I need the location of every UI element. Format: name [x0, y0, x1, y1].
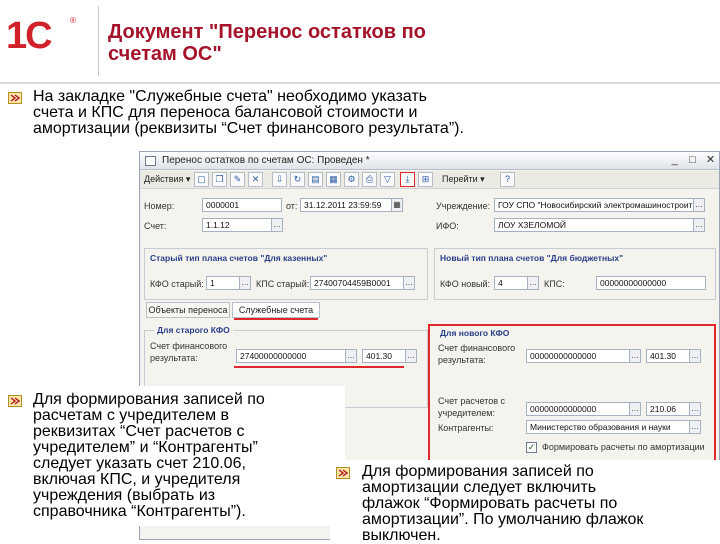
goto-menu[interactable]: Перейти ▾: [442, 172, 485, 187]
old-plan-title: Старый тип плана счетов "Для казенных": [150, 253, 328, 263]
founder-account-label-1: Счет расчетов с: [438, 396, 506, 406]
tab-highlight-underline: [234, 318, 318, 320]
counterparty-label: Контрагенты:: [438, 423, 494, 433]
new-kfo-label: КФО новый:: [440, 279, 491, 289]
bullet-service-accounts: На закладке "Служебные счета" необходимо…: [33, 88, 464, 137]
settings-icon[interactable]: ⚙: [344, 172, 359, 187]
new-kps-field[interactable]: 00000000000000: [596, 276, 706, 290]
old-kps-field[interactable]: 27400704459B0001: [310, 276, 404, 290]
old-kps-label: КПС старый:: [256, 279, 310, 289]
copy-icon[interactable]: ❐: [212, 172, 227, 187]
print-icon[interactable]: ⎙: [362, 172, 377, 187]
old-kfo-field[interactable]: 1: [206, 276, 240, 290]
old-fin-result-label-1: Счет финансового: [150, 341, 228, 351]
ifo-field[interactable]: ЛОУ ХЗЕЛОМОЙ: [494, 218, 694, 232]
founder-account-button[interactable]: …: [689, 402, 701, 416]
founder-kps-button[interactable]: …: [629, 402, 641, 416]
number-field[interactable]: 0000001: [202, 198, 282, 212]
account-field[interactable]: 1.1.12: [202, 218, 272, 232]
header-divider: [98, 6, 99, 76]
slide-title: Документ "Перенос остатков по счетам ОС": [108, 21, 426, 65]
account-label: Счет:: [144, 221, 167, 231]
registered-icon: ®: [70, 16, 76, 25]
bullet-arrow-icon: [336, 467, 350, 479]
old-fin-account-field[interactable]: 401.30: [362, 349, 406, 363]
date-label: от:: [286, 201, 298, 211]
document-icon: [145, 156, 156, 166]
new-fin-result-label-1: Счет финансового: [438, 343, 516, 353]
new-kfo-select-button[interactable]: …: [527, 276, 539, 290]
report-icon[interactable]: ▦: [326, 172, 341, 187]
close-button[interactable]: ✕: [704, 154, 717, 167]
new-fin-account-button[interactable]: …: [689, 349, 701, 363]
amortization-checkbox[interactable]: ✓: [526, 442, 537, 453]
founder-kps-field[interactable]: 00000000000000: [526, 402, 630, 416]
new-plan-title: Новый тип плана счетов "Для бюджетных": [440, 253, 624, 263]
refresh-icon[interactable]: ↻: [290, 172, 305, 187]
old-fin-result-label-2: результата:: [150, 353, 198, 363]
counterparty-field[interactable]: Министерство образования и науки: [526, 420, 690, 434]
new-icon[interactable]: ▢: [194, 172, 209, 187]
fill-icon[interactable]: ⤓: [400, 172, 415, 187]
delete-icon[interactable]: ✕: [248, 172, 263, 187]
new-kps-label: КПС:: [544, 279, 565, 289]
new-fin-result-label-2: результата:: [438, 355, 486, 365]
journal-icon[interactable]: ▤: [308, 172, 323, 187]
institution-field[interactable]: ГОУ СПО "Новосибирский электромашиностро…: [494, 198, 694, 212]
new-fin-account-field[interactable]: 401.30: [646, 349, 690, 363]
amortization-checkbox-label: Формировать расчеты по амортизации: [542, 442, 705, 452]
account-select-button[interactable]: …: [271, 218, 283, 232]
filter-icon[interactable]: ▽: [380, 172, 395, 187]
new-fin-kps-button[interactable]: …: [629, 349, 641, 363]
old-fin-highlight-underline: [234, 366, 404, 368]
old-fin-account-button[interactable]: …: [405, 349, 417, 363]
founder-account-field[interactable]: 210.06: [646, 402, 690, 416]
ifo-select-button[interactable]: …: [693, 218, 705, 232]
old-kfo-select-button[interactable]: …: [239, 276, 251, 290]
calendar-icon[interactable]: ▦: [391, 198, 403, 212]
institution-label: Учреждение:: [436, 201, 491, 211]
maximize-button[interactable]: □: [686, 154, 699, 167]
window-titlebar: Перенос остатков по счетам ОС: Проведен …: [140, 152, 719, 170]
actions-menu[interactable]: Действия ▾: [144, 172, 190, 187]
new-kfo-group-title: Для нового КФО: [440, 328, 510, 338]
number-label: Номер:: [144, 201, 175, 211]
new-fin-kps-field[interactable]: 00000000000000: [526, 349, 630, 363]
counterparty-select-button[interactable]: …: [689, 420, 701, 434]
old-fin-kps-button[interactable]: …: [345, 349, 357, 363]
date-field[interactable]: 31.12.2011 23:59:59: [300, 198, 392, 212]
minimize-button[interactable]: _: [668, 154, 681, 167]
edit-icon[interactable]: ✎: [230, 172, 245, 187]
bullet-founder-settlements: Для формирования записей по расчетам с у…: [33, 391, 265, 520]
institution-select-button[interactable]: …: [693, 198, 705, 212]
old-kfo-label: КФО старый:: [150, 279, 204, 289]
tab-service-accounts[interactable]: Служебные счета: [232, 302, 320, 318]
bullet-amortization-flag: Для формирования записей по амортизации …: [362, 463, 644, 544]
tab-transfer-objects[interactable]: Объекты переноса: [146, 302, 230, 318]
bullet-arrow-icon: [8, 395, 22, 407]
post-icon[interactable]: ⇩: [272, 172, 287, 187]
structure-icon[interactable]: ⊞: [418, 172, 433, 187]
bullet-arrow-icon: [8, 92, 22, 104]
old-kfo-group-title: Для старого КФО: [154, 325, 233, 336]
header-rule: [0, 82, 720, 84]
founder-account-label-2: учредителем:: [438, 408, 495, 418]
toolbar: Действия ▾ ▢ ❐ ✎ ✕ ⇩ ↻ ▤ ▦ ⚙ ⎙ ▽ ⤓ ⊞ Пер…: [140, 171, 719, 189]
ifo-label: ИФО:: [436, 221, 459, 231]
old-kps-select-button[interactable]: …: [403, 276, 415, 290]
help-icon[interactable]: ?: [500, 172, 515, 187]
new-kfo-field[interactable]: 4: [494, 276, 528, 290]
old-fin-kps-field[interactable]: 27400000000000: [236, 349, 346, 363]
